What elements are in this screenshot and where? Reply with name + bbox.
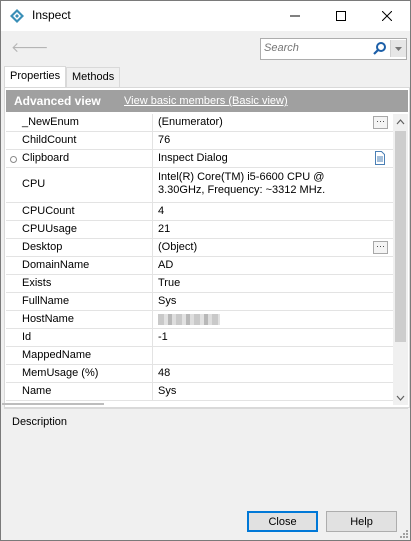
maximize-button[interactable]	[318, 1, 364, 31]
close-button[interactable]: Close	[247, 511, 318, 532]
property-value: 4	[158, 205, 165, 217]
property-name: Exists	[22, 277, 52, 289]
property-value: Intel(R) Core(TM) i5-6600 CPU @ 3.30GHz,…	[158, 171, 326, 196]
property-row[interactable]: MappedName	[6, 347, 393, 365]
property-name: CPUUsage	[22, 223, 78, 235]
property-value: True	[158, 277, 181, 289]
chevron-up-icon	[396, 118, 405, 124]
property-value: Sys	[158, 295, 177, 307]
property-row[interactable]: HostName	[6, 311, 393, 329]
inspect-app-icon	[10, 9, 24, 23]
title-bar: Inspect	[1, 1, 410, 31]
property-name-cell: Clipboard	[6, 150, 153, 167]
property-value: 21	[158, 223, 171, 235]
default-property-marker-icon	[10, 156, 17, 163]
property-value: 76	[158, 134, 171, 146]
close-window-button[interactable]	[364, 1, 410, 31]
search-dropdown-icon[interactable]	[390, 40, 406, 57]
property-value: Sys	[158, 385, 177, 397]
property-row[interactable]: _NewEnum (Enumerator) ···	[6, 114, 393, 132]
property-name: _NewEnum	[22, 116, 79, 128]
property-value: (Object)	[158, 241, 198, 253]
inspect-window: Inspect 🡐 Properties Methods Advanced vi…	[0, 0, 411, 541]
description-title: Description	[12, 416, 68, 428]
property-row[interactable]: ChildCount 76	[6, 132, 393, 150]
close-icon	[382, 11, 392, 21]
property-name: CPU	[22, 178, 46, 190]
basic-view-link[interactable]: View basic members (Basic view)	[124, 95, 288, 107]
property-row[interactable]: Clipboard Inspect Dialog	[6, 150, 393, 168]
property-name: Name	[22, 385, 52, 397]
vertical-scrollbar[interactable]	[393, 114, 408, 405]
property-row[interactable]: Desktop (Object) ···	[6, 239, 393, 257]
ellipsis-button[interactable]: ···	[373, 116, 388, 129]
property-name: Clipboard	[22, 152, 70, 164]
property-value: 48	[158, 367, 171, 379]
property-name-cell: Desktop	[6, 239, 153, 256]
property-row[interactable]: Id -1	[6, 329, 393, 347]
resize-grip-icon[interactable]	[399, 529, 409, 539]
property-value: AD	[158, 259, 174, 271]
view-title: Advanced view	[14, 94, 101, 108]
back-arrow-icon[interactable]: 🡐	[11, 39, 49, 56]
property-row[interactable]: CPUCount 4	[6, 203, 393, 221]
property-grid: _NewEnum (Enumerator) ··· ChildCount 76 …	[6, 114, 393, 405]
property-name: HostName	[22, 313, 74, 325]
property-name: MemUsage (%)	[22, 367, 99, 379]
property-name-cell: HostName	[6, 311, 153, 328]
property-row[interactable]: CPUUsage 21	[6, 221, 393, 239]
property-name-cell: ChildCount	[6, 132, 153, 149]
property-name-cell: CPUUsage	[6, 221, 153, 238]
property-name-cell: Name	[6, 383, 153, 400]
scroll-thumb[interactable]	[395, 131, 406, 342]
property-name-cell: DomainName	[6, 257, 153, 274]
property-name-cell: CPUCount	[6, 203, 153, 220]
properties-panel: Advanced view View basic members (Basic …	[4, 87, 410, 408]
scroll-down-button[interactable]	[393, 390, 408, 405]
property-value: -1	[158, 331, 168, 343]
tab-properties[interactable]: Properties	[4, 66, 67, 88]
property-name-cell: Id	[6, 329, 153, 346]
view-header: Advanced view View basic members (Basic …	[6, 90, 408, 112]
window-title: Inspect	[32, 8, 71, 22]
property-name: ChildCount	[22, 134, 77, 146]
maximize-icon	[336, 11, 346, 21]
chevron-down-icon	[396, 395, 405, 401]
property-name-cell: MemUsage (%)	[6, 365, 153, 382]
property-name-cell: Exists	[6, 275, 153, 292]
property-name: FullName	[22, 295, 70, 307]
property-name-cell: FullName	[6, 293, 153, 310]
property-name: DomainName	[22, 259, 90, 271]
property-row[interactable]: DomainName AD	[6, 257, 393, 275]
search-icon[interactable]	[372, 40, 388, 57]
property-row[interactable]: CPU Intel(R) Core(TM) i5-6600 CPU @ 3.30…	[6, 168, 393, 203]
property-name: CPUCount	[22, 205, 75, 217]
property-name: MappedName	[22, 349, 92, 361]
property-name: Desktop	[22, 241, 63, 253]
property-name-cell: MappedName	[6, 347, 153, 364]
document-icon[interactable]	[373, 151, 386, 165]
minimize-icon	[290, 15, 300, 17]
property-name: Id	[22, 331, 32, 343]
property-name-cell: _NewEnum	[6, 114, 153, 131]
horizontal-scroll-indicator	[2, 403, 104, 405]
property-value: (Enumerator)	[158, 116, 223, 128]
search-input[interactable]	[261, 39, 372, 57]
property-row[interactable]: Exists True	[6, 275, 393, 293]
property-value: Inspect Dialog	[158, 152, 228, 164]
tab-methods[interactable]: Methods	[66, 67, 121, 87]
help-button[interactable]: Help	[326, 511, 397, 532]
scroll-up-button[interactable]	[393, 114, 408, 129]
property-name-cell: CPU	[6, 168, 153, 202]
search-box	[260, 38, 407, 60]
redacted-value	[158, 314, 220, 325]
property-row[interactable]: FullName Sys	[6, 293, 393, 311]
property-row[interactable]: Name Sys	[6, 383, 393, 401]
minimize-button[interactable]	[272, 1, 318, 31]
property-row[interactable]: MemUsage (%) 48	[6, 365, 393, 383]
ellipsis-button[interactable]: ···	[373, 241, 388, 254]
description-pane: Description	[4, 408, 408, 504]
